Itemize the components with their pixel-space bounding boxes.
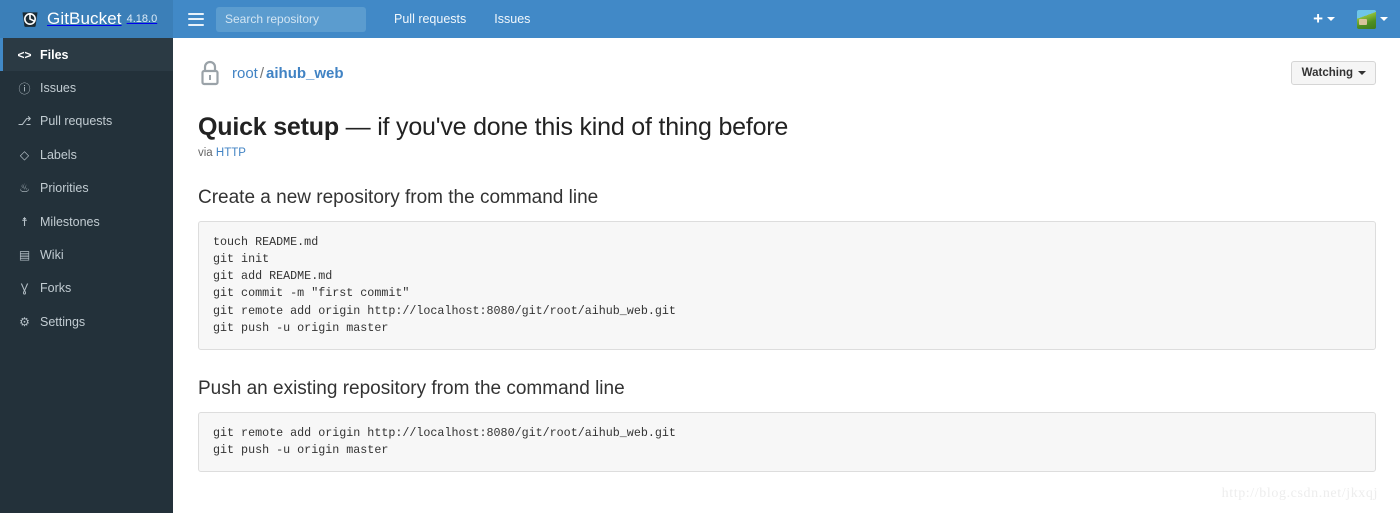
sidebar-item-label: Labels [40,147,77,162]
brand-name: GitBucket [47,9,122,28]
gear-icon: ⚙ [19,314,30,329]
section-heading-push-existing: Push an existing repository from the com… [198,377,625,399]
milestone-signpost-icon: ☨ [21,214,28,229]
page-title-emphasis: Quick setup [198,113,339,141]
user-account-menu-button[interactable] [1357,9,1388,29]
brand-home-link[interactable]: GitBucket 4.18.0 [0,0,173,38]
repository-header: root / aihub_web Watching [185,52,1376,94]
navbar-actions: + [1313,9,1400,29]
code-block-push-existing[interactable]: git remote add origin http://localhost:8… [198,411,1376,472]
chevron-down-icon [1380,17,1388,21]
sidebar-item-files[interactable]: <> Files [0,38,173,72]
user-avatar-icon [1357,9,1376,29]
git-pull-request-icon: ⎇ [17,114,32,129]
breadcrumb-separator: / [259,64,265,82]
flame-icon: ♨ [19,181,30,196]
code-brackets-icon: <> [17,47,32,62]
main-content: root / aihub_web Watching Quick setup — if… [173,38,1400,513]
protocol-http-link[interactable]: HTTP [216,147,246,159]
chevron-down-icon [1358,71,1366,75]
sidebar-item-issues[interactable]: ⓘ Issues [0,71,173,104]
repo-forked-icon: Ɣ [20,281,29,296]
navbar-right-area: Pull requests Issues + [173,0,1400,38]
lock-icon [201,60,219,86]
sidebar-item-priorities[interactable]: ♨ Priorities [0,172,173,205]
watching-button[interactable]: Watching [1290,61,1376,85]
nav-link-pull-requests[interactable]: Pull requests [394,12,466,26]
page-title: Quick setup — if you've done this kind o… [198,113,1376,142]
sidebar-item-settings[interactable]: ⚙ Settings [0,305,173,338]
sidebar-item-labels[interactable]: ◇ Labels [0,138,173,171]
search-input[interactable] [216,6,366,32]
brand-version: 4.18.0 [126,13,158,25]
hamburger-menu-icon[interactable] [188,12,204,26]
sidebar-item-pull-requests[interactable]: ⎇ Pull requests [0,105,173,138]
sidebar-item-forks[interactable]: Ɣ Forks [0,272,173,305]
chevron-down-icon [1327,17,1335,21]
gitbucket-bucket-logo-icon [22,12,38,27]
nav-link-issues[interactable]: Issues [494,12,530,26]
breadcrumb-owner-link[interactable]: root [232,65,258,82]
code-block-create-repo[interactable]: touch README.md git init git add README.… [198,220,1376,350]
top-navbar: GitBucket 4.18.0 Pull requests Issues + [0,0,1400,38]
watching-button-label: Watching [1301,67,1353,79]
repository-sidebar: <> Files ⓘ Issues ⎇ Pull requests ◇ Labe… [0,38,173,513]
sidebar-item-label: Priorities [40,181,89,196]
sidebar-item-label: Wiki [40,248,64,263]
create-new-menu-button[interactable]: + [1313,9,1335,28]
sidebar-item-label: Forks [40,281,72,296]
breadcrumb-repo-link[interactable]: aihub_web [266,65,344,82]
protocol-line: via HTTP [198,147,1376,159]
plus-icon: + [1313,9,1323,28]
issue-circle-icon: ⓘ [18,81,31,96]
book-icon: ▤ [18,248,31,263]
via-label: via [198,147,216,159]
sidebar-item-label: Issues [40,81,77,96]
section-heading-create-repo: Create a new repository from the command… [198,187,599,208]
page-title-rest: — if you've done this kind of thing befo… [338,113,789,141]
sidebar-item-label: Settings [40,314,86,329]
breadcrumb: root / aihub_web [232,65,344,82]
sidebar-item-label: Milestones [40,214,100,229]
sidebar-item-wiki[interactable]: ▤ Wiki [0,238,173,271]
sidebar-item-milestones[interactable]: ☨ Milestones [0,205,173,238]
tag-icon: ◇ [19,147,30,162]
watermark-text: http://blog.csdn.net/jkxqj [1221,486,1378,501]
sidebar-item-label: Pull requests [40,114,113,129]
sidebar-item-label: Files [40,47,69,62]
